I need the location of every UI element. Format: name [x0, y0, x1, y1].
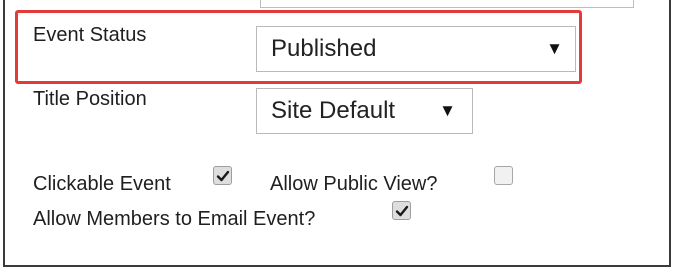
allow-members-email-label: Allow Members to Email Event? [33, 208, 316, 230]
caret-down-icon: ▼ [439, 101, 456, 120]
caret-down-icon: ▼ [546, 39, 563, 58]
clickable-event-checkbox[interactable] [213, 166, 232, 185]
event-status-select[interactable]: Published ▼ [256, 26, 576, 72]
title-position-select[interactable]: Site Default ▼ [256, 88, 473, 134]
allow-public-view-checkbox[interactable] [494, 166, 513, 185]
event-status-selected-value: Published [271, 35, 377, 62]
title-position-label: Title Position [33, 88, 147, 110]
title-position-selected-value: Site Default [271, 97, 396, 124]
previous-field-edge[interactable] [260, 0, 634, 8]
checkmark-icon [395, 205, 408, 216]
allow-public-view-label: Allow Public View? [270, 173, 438, 195]
checkmark-icon [216, 170, 229, 181]
allow-members-email-checkbox[interactable] [392, 201, 411, 220]
event-status-label: Event Status [33, 24, 147, 46]
clickable-event-label: Clickable Event [33, 173, 171, 195]
